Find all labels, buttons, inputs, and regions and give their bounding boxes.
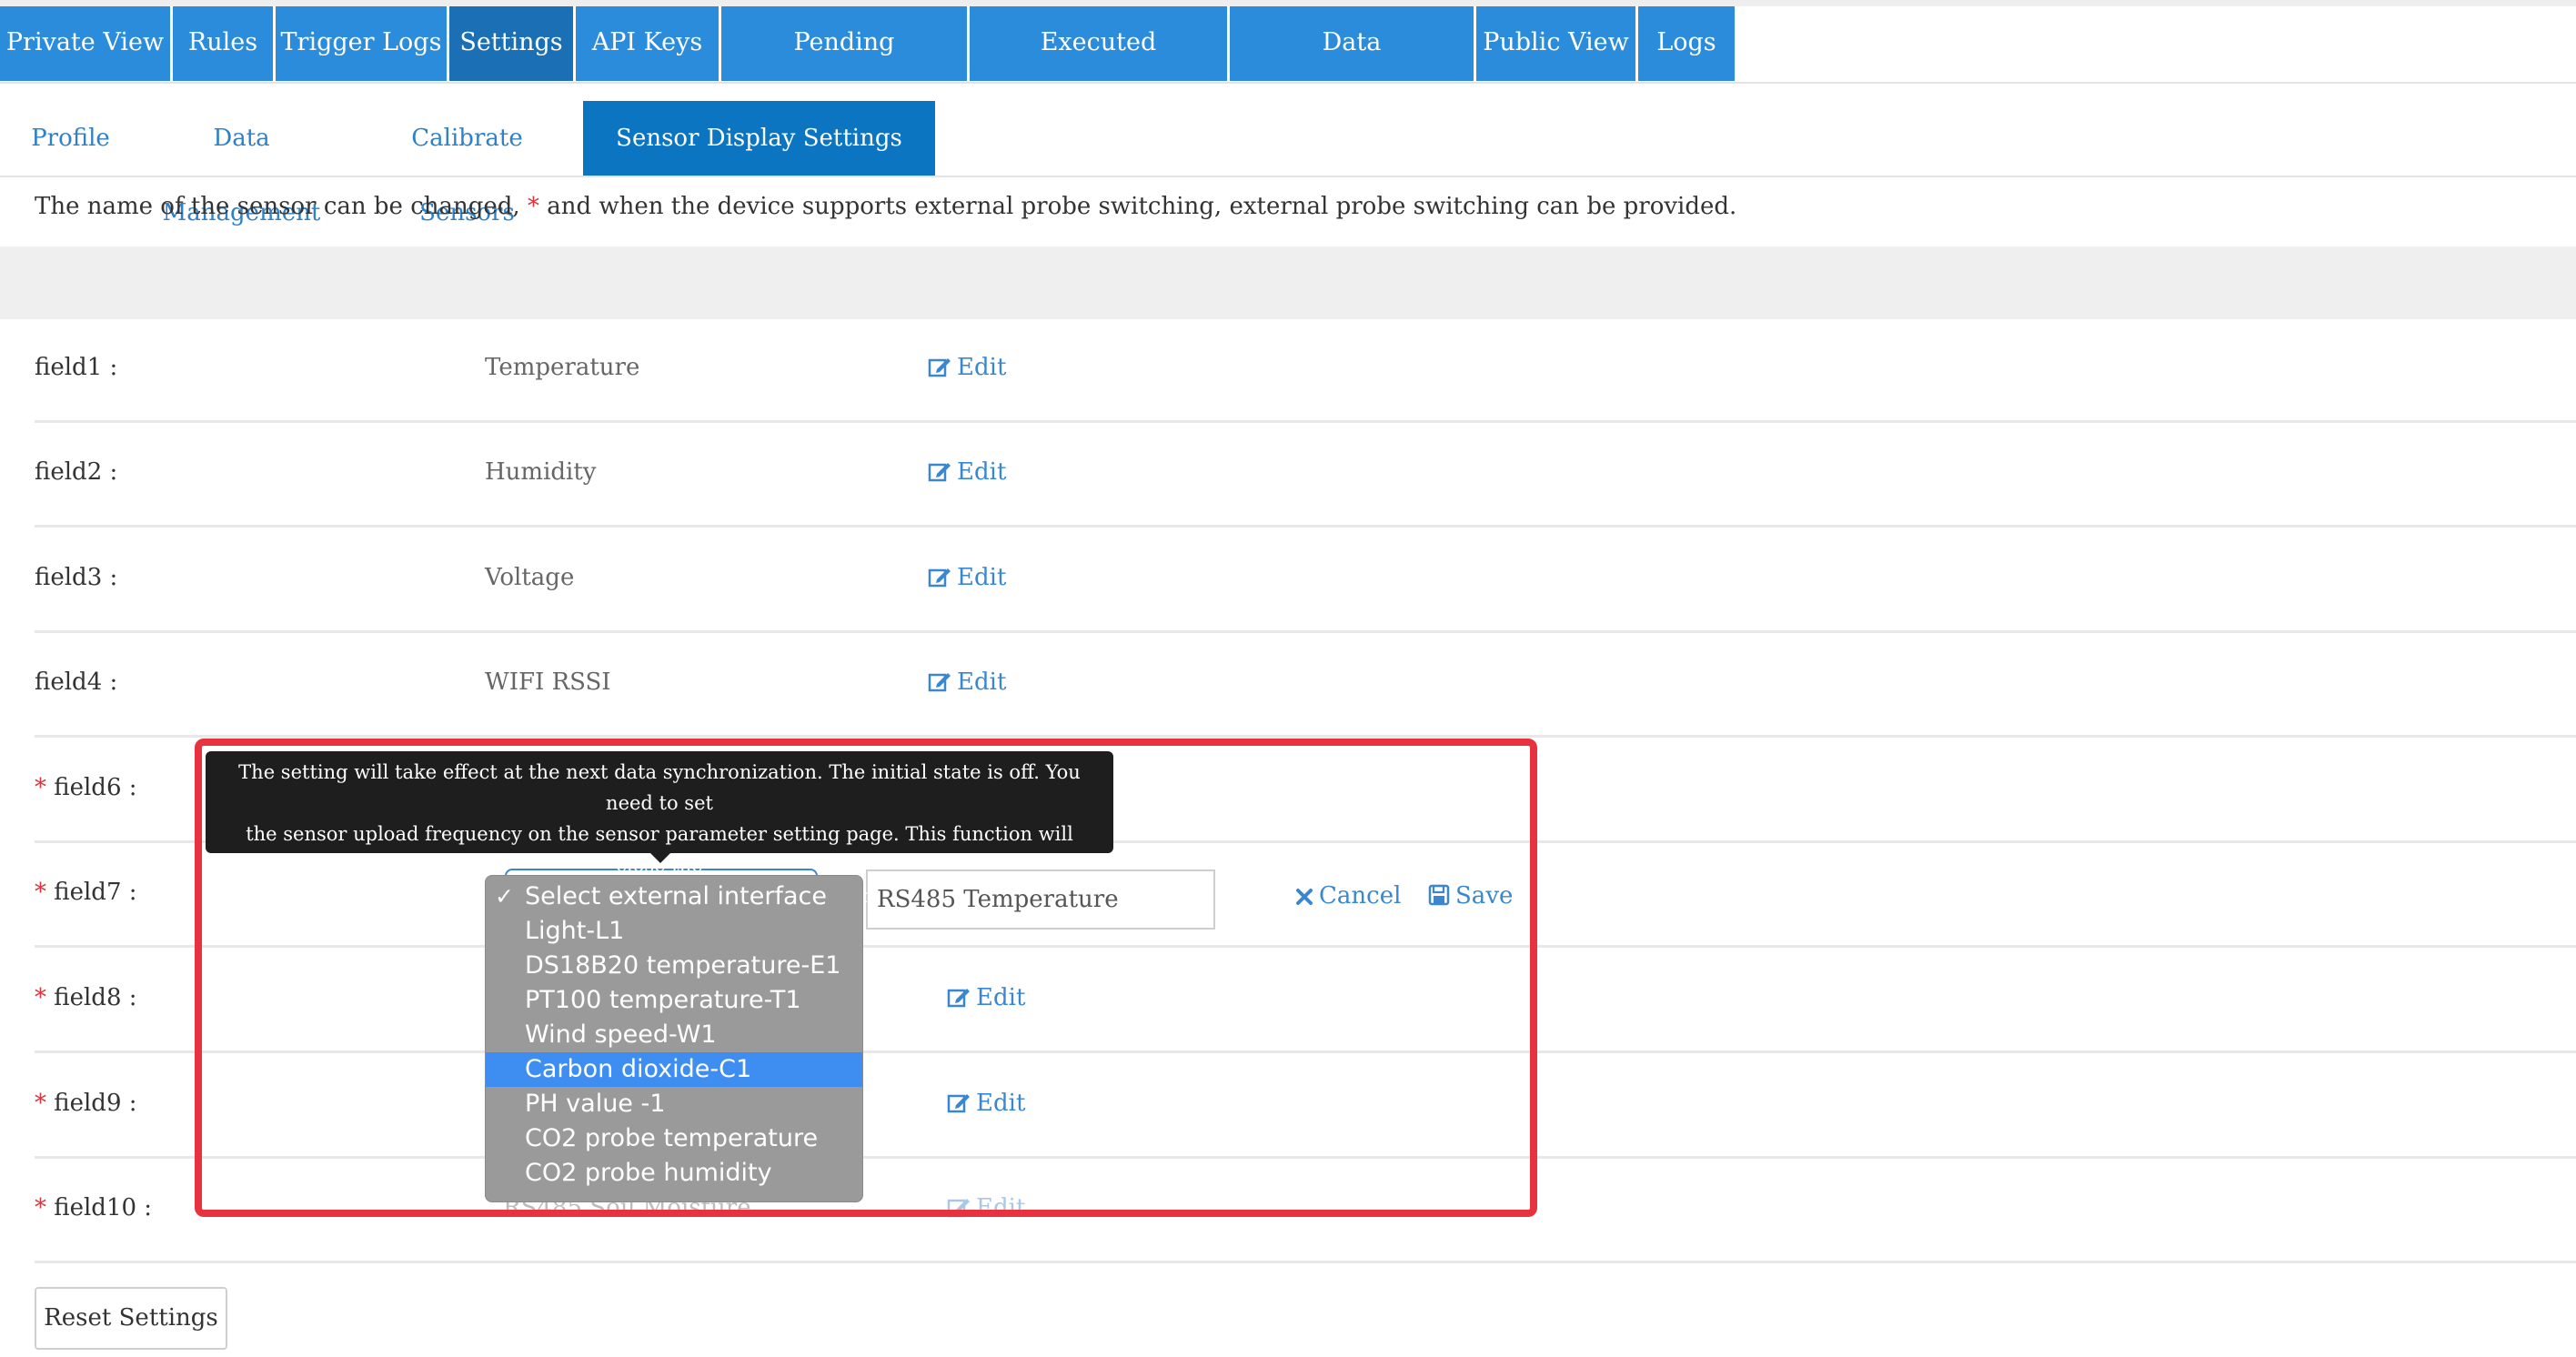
checkmark-icon: ✓ [495, 883, 514, 910]
field-label-text: field10 : [54, 1194, 153, 1221]
field-label: * field10 : [35, 1194, 152, 1221]
edit-label: Edit [957, 458, 1007, 486]
field-value: WIFI RSSI [485, 668, 611, 696]
dropdown-option[interactable]: ✓ Select external interface [486, 880, 862, 914]
required-star: * [35, 774, 46, 801]
field-value: Temperature [485, 354, 640, 381]
edit-link[interactable]: Edit [928, 354, 1006, 381]
field-label-text: field7 : [54, 879, 137, 906]
highlight-annotation-box [195, 739, 1537, 1217]
section-header-band [0, 246, 2576, 319]
field-label: * field8 : [35, 984, 137, 1011]
edit-icon [928, 358, 951, 377]
field-label: * field9 : [35, 1090, 137, 1117]
external-interface-dropdown[interactable]: ✓ Select external interface Light-L1 DS18… [485, 875, 863, 1202]
description-part1: The name of the sensor can be changed, [35, 193, 520, 220]
tab-rules[interactable]: Rules [173, 6, 273, 81]
dropdown-option[interactable]: CO2 probe temperature [486, 1121, 862, 1156]
field-label: field4 : [35, 668, 118, 696]
field-row-field1: field1 : Temperature Edit [35, 319, 2576, 423]
dropdown-option-highlighted[interactable]: Carbon dioxide-C1 [486, 1052, 862, 1087]
subtab-profile[interactable]: Profile [18, 101, 123, 176]
settings-subnav: Profile Data Management Calibrate Sensor… [0, 101, 2576, 226]
description-part2: and when the device supports external pr… [547, 193, 1737, 220]
field-label-text: field9 : [54, 1090, 137, 1117]
tab-data-import-export[interactable]: Data Import/Export [1230, 6, 1474, 129]
field-label: field1 : [35, 354, 118, 381]
option-label: Select external interface [525, 882, 827, 910]
field-label: * field6 : [35, 774, 137, 801]
edit-link[interactable]: Edit [928, 564, 1006, 591]
tab-executed-commands[interactable]: Executed Commands [970, 6, 1227, 129]
tab-api-keys[interactable]: API Keys [576, 6, 719, 81]
tab-public-view[interactable]: Public View [1476, 6, 1635, 81]
field-row-field4: field4 : WIFI RSSI Edit [35, 634, 2576, 738]
field-row-field2: field2 : Humidity Edit [35, 424, 2576, 528]
edit-link[interactable]: Edit [928, 458, 1006, 486]
top-nav-bar: Private View Rules Trigger Logs Settings… [0, 0, 2576, 129]
required-star: * [35, 879, 46, 906]
field-label-text: field8 : [54, 984, 137, 1011]
edit-label: Edit [957, 668, 1007, 696]
top-nav-strip [0, 0, 2576, 6]
edit-icon [928, 673, 951, 692]
edit-label: Edit [957, 564, 1007, 591]
tab-pending-commands[interactable]: Pending Commands [721, 6, 967, 129]
edit-label: Edit [957, 354, 1007, 381]
reset-settings-button[interactable]: Reset Settings [35, 1287, 227, 1350]
dropdown-option[interactable]: CO2 probe humidity [486, 1156, 862, 1191]
dropdown-option[interactable]: PH value -1 [486, 1087, 862, 1121]
tab-logs[interactable]: Logs [1638, 6, 1735, 81]
tab-settings[interactable]: Settings [449, 6, 573, 81]
required-star: * [527, 193, 539, 220]
dropdown-option[interactable]: Light-L1 [486, 914, 862, 949]
field-label: * field7 : [35, 879, 137, 906]
field-value: Voltage [485, 564, 575, 591]
dropdown-option[interactable]: DS18B20 temperature-E1 [486, 949, 862, 983]
field-label: field3 : [35, 564, 118, 591]
page-description: The name of the sensor can be changed, *… [35, 193, 1736, 220]
edit-icon [928, 463, 951, 482]
field-label-text: field6 : [54, 774, 137, 801]
tab-private-view[interactable]: Private View [0, 6, 170, 81]
subtab-sensor-display-settings[interactable]: Sensor Display Settings (Beta) [583, 101, 935, 226]
subtab-data-management[interactable]: Data Management [135, 101, 348, 226]
field-label: field2 : [35, 458, 118, 486]
subtab-calibrate-sensors[interactable]: Calibrate Sensors [360, 101, 574, 226]
dropdown-option[interactable]: Wind speed-W1 [486, 1018, 862, 1052]
edit-icon [928, 568, 951, 588]
required-star: * [35, 1194, 46, 1221]
edit-link[interactable]: Edit [928, 668, 1006, 696]
dropdown-option[interactable]: PT100 temperature-T1 [486, 983, 862, 1018]
field-row-field3: field3 : Voltage Edit [35, 529, 2576, 633]
tab-trigger-logs[interactable]: Trigger Logs [276, 6, 447, 81]
field-value: Humidity [485, 458, 597, 486]
required-star: * [35, 1090, 46, 1117]
required-star: * [35, 984, 46, 1011]
